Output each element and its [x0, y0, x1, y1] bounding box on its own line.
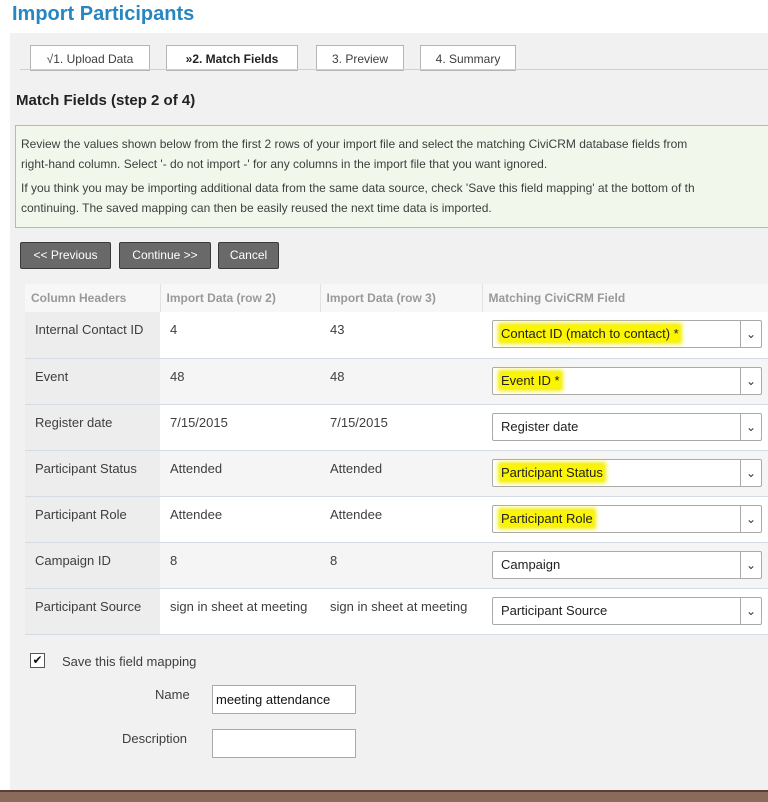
- field-select-cell: Participant Status ⌄: [482, 450, 768, 497]
- chevron-down-icon: ⌄: [740, 459, 761, 486]
- column-header-cell: Internal Contact ID: [25, 312, 160, 359]
- table-row: Campaign ID 8 8 Campaign ⌄: [25, 542, 768, 589]
- wizard-divider: [20, 69, 768, 70]
- taskbar-strip: [0, 790, 768, 802]
- field-mapping-table: Column Headers Import Data (row 2) Impor…: [25, 284, 768, 635]
- selected-field-text: Event ID *: [501, 372, 560, 388]
- field-select[interactable]: Participant Status ⌄: [492, 458, 762, 487]
- help-text-line: right-hand column. Select '- do not impo…: [21, 157, 548, 171]
- mapping-name-label: Name: [155, 687, 190, 702]
- help-box: Review the values shown below from the f…: [15, 125, 768, 228]
- selected-field-text: Register date: [501, 418, 579, 434]
- wizard-step-match-fields[interactable]: »2. Match Fields: [166, 45, 298, 71]
- import-data-cell: 7/15/2015: [320, 404, 482, 451]
- selected-field-text: Participant Status: [501, 464, 603, 480]
- continue-button[interactable]: Continue >>: [119, 242, 211, 269]
- field-select-cell: Participant Source ⌄: [482, 588, 768, 635]
- import-data-cell: sign in sheet at meeting: [160, 588, 320, 635]
- wizard-step-preview[interactable]: 3. Preview: [316, 45, 404, 71]
- import-data-cell: 48: [160, 358, 320, 405]
- column-header-cell: Participant Source: [25, 588, 160, 635]
- import-data-cell: 8: [160, 542, 320, 589]
- field-select[interactable]: Contact ID (match to contact) * ⌄: [492, 320, 762, 348]
- import-data-cell: 4: [160, 312, 320, 359]
- column-header-cell: Participant Role: [25, 496, 160, 543]
- import-data-cell: Attended: [160, 450, 320, 497]
- column-header-cell: Campaign ID: [25, 542, 160, 589]
- column-header-col: Column Headers: [25, 284, 161, 312]
- selected-field-text: Participant Source: [501, 602, 608, 618]
- import-row2-col: Import Data (row 2): [160, 284, 321, 312]
- previous-button[interactable]: << Previous: [20, 242, 111, 269]
- field-select[interactable]: Participant Source ⌄: [492, 596, 762, 625]
- field-select[interactable]: Register date ⌄: [492, 412, 762, 441]
- column-header-cell: Participant Status: [25, 450, 160, 497]
- import-data-cell: Attendee: [160, 496, 320, 543]
- import-data-cell: Attendee: [320, 496, 482, 543]
- import-data-cell: 43: [320, 312, 482, 359]
- chevron-down-icon: ⌄: [740, 551, 761, 578]
- chevron-down-icon: ⌄: [740, 505, 761, 532]
- column-header-cell: Register date: [25, 404, 160, 451]
- page-title: Import Participants: [12, 3, 195, 25]
- table-row: Participant Status Attended Attended Par…: [25, 450, 768, 497]
- import-data-cell: Attended: [320, 450, 482, 497]
- chevron-down-icon: ⌄: [740, 597, 761, 624]
- chevron-down-icon: ⌄: [740, 321, 761, 347]
- table-row: Internal Contact ID 4 43 Contact ID (mat…: [25, 312, 768, 359]
- import-row3-col: Import Data (row 3): [320, 284, 483, 312]
- help-text-line: Review the values shown below from the f…: [21, 137, 688, 151]
- table-row: Register date 7/15/2015 7/15/2015 Regist…: [25, 404, 768, 451]
- chevron-down-icon: ⌄: [740, 413, 761, 440]
- selected-field-text: Participant Role: [501, 510, 593, 526]
- mapping-name-input[interactable]: meeting attendance: [212, 685, 356, 714]
- column-header-cell: Event: [25, 358, 160, 405]
- table-row: Participant Role Attendee Attendee Parti…: [25, 496, 768, 543]
- table-row: Event 48 48 Event ID * ⌄: [25, 358, 768, 405]
- mapping-description-input[interactable]: [212, 729, 356, 758]
- save-mapping-label: Save this field mapping: [62, 654, 197, 669]
- field-select-cell: Register date ⌄: [482, 404, 768, 451]
- field-select-cell: Event ID * ⌄: [482, 358, 768, 405]
- help-text-line: continuing. The saved mapping can then b…: [21, 201, 492, 215]
- import-data-cell: sign in sheet at meeting: [320, 588, 482, 635]
- table-row: Participant Source sign in sheet at meet…: [25, 588, 768, 635]
- import-data-cell: 48: [320, 358, 482, 405]
- help-text-line: If you think you may be importing additi…: [21, 181, 695, 195]
- selected-field-text: Campaign: [501, 556, 561, 572]
- field-select-cell: Campaign ⌄: [482, 542, 768, 589]
- matching-field-col: Matching CiviCRM Field: [482, 284, 768, 312]
- wizard-step-summary[interactable]: 4. Summary: [420, 45, 516, 71]
- field-select-cell: Contact ID (match to contact) * ⌄: [482, 312, 768, 359]
- save-mapping-checkbox[interactable]: ✔: [30, 653, 45, 668]
- import-data-cell: 7/15/2015: [160, 404, 320, 451]
- section-title: Match Fields (step 2 of 4): [16, 92, 196, 109]
- selected-field-text: Contact ID (match to contact) *: [501, 326, 679, 341]
- import-form: √1. Upload Data »2. Match Fields 3. Prev…: [10, 33, 768, 800]
- chevron-down-icon: ⌄: [740, 367, 761, 394]
- cancel-button[interactable]: Cancel: [218, 242, 279, 269]
- field-select[interactable]: Participant Role ⌄: [492, 504, 762, 533]
- field-select[interactable]: Campaign ⌄: [492, 550, 762, 579]
- field-select[interactable]: Event ID * ⌄: [492, 366, 762, 395]
- wizard-step-upload-data[interactable]: √1. Upload Data: [30, 45, 150, 71]
- field-select-cell: Participant Role ⌄: [482, 496, 768, 543]
- mapping-description-label: Description: [122, 731, 188, 746]
- import-data-cell: 8: [320, 542, 482, 589]
